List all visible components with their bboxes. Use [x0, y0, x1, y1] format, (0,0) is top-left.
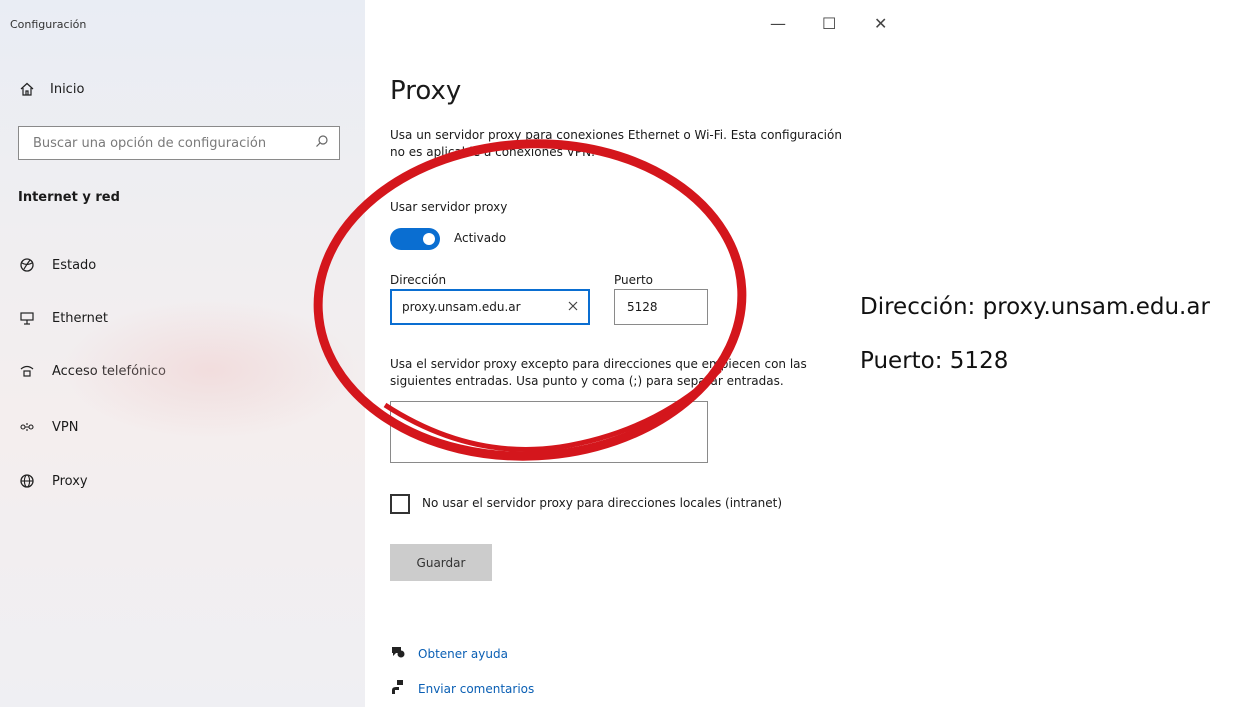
section-title: Internet y red [18, 190, 120, 205]
sidebar-item-proxy[interactable]: Proxy [18, 472, 88, 490]
sidebar-item-label: Ethernet [52, 310, 108, 326]
feedback-link-label: Enviar comentarios [418, 681, 535, 696]
globe-status-icon [18, 256, 36, 274]
close-button[interactable]: ✕ [874, 14, 887, 33]
local-addresses-checkbox[interactable] [390, 494, 410, 514]
address-field[interactable]: proxy.unsam.edu.ar [390, 289, 590, 325]
feedback-icon [390, 679, 406, 698]
minimize-button[interactable]: — [770, 14, 786, 33]
exceptions-field[interactable] [390, 401, 708, 463]
sidebar-item-ethernet[interactable]: Ethernet [18, 309, 108, 327]
sidebar-item-acceso-telefonico[interactable]: Acceso telefónico [18, 362, 166, 380]
address-label: Dirección [390, 273, 447, 287]
exceptions-description: Usa el servidor proxy excepto para direc… [390, 357, 807, 388]
sidebar-home[interactable]: Inicio [18, 80, 84, 98]
toggle-state-label: Activado [454, 231, 507, 245]
sidebar-item-label: Estado [52, 257, 97, 273]
proxy-globe-icon [18, 472, 36, 490]
clear-icon[interactable] [568, 300, 578, 314]
maximize-button[interactable]: ☐ [822, 14, 836, 33]
use-proxy-label: Usar servidor proxy [390, 200, 508, 214]
annotation-address: Dirección: proxy.unsam.edu.ar [860, 294, 1210, 320]
use-proxy-toggle[interactable] [390, 228, 440, 250]
search-placeholder: Buscar una opción de configuración [33, 135, 267, 151]
dialup-icon [18, 362, 36, 380]
local-addresses-label: No usar el servidor proxy para direccion… [422, 496, 783, 510]
feedback-link[interactable]: Enviar comentarios [390, 679, 534, 698]
sidebar: Configuración Inicio Buscar una opción d… [0, 0, 365, 707]
address-value: proxy.unsam.edu.ar [402, 300, 521, 314]
port-label: Puerto [614, 273, 653, 287]
ethernet-icon [18, 309, 36, 327]
proxy-description: Usa un servidor proxy para conexiones Et… [390, 128, 842, 159]
search-icon[interactable] [315, 134, 329, 152]
port-field[interactable]: 5128 [614, 289, 708, 325]
sidebar-home-label: Inicio [50, 81, 85, 97]
annotation-port: Puerto: 5128 [860, 348, 1009, 374]
save-button[interactable]: Guardar [390, 544, 492, 581]
help-chat-icon [390, 644, 406, 663]
sidebar-item-label: VPN [52, 419, 79, 435]
sidebar-item-label: Acceso telefónico [52, 363, 167, 379]
search-input[interactable]: Buscar una opción de configuración [18, 126, 340, 160]
sidebar-item-vpn[interactable]: VPN [18, 418, 78, 436]
help-link[interactable]: Obtener ayuda [390, 644, 508, 663]
vpn-icon [18, 418, 36, 436]
app-title: Configuración [10, 18, 87, 31]
help-link-label: Obtener ayuda [418, 646, 508, 661]
sidebar-item-label: Proxy [52, 473, 88, 489]
settings-window: Configuración Inicio Buscar una opción d… [0, 0, 903, 707]
port-value: 5128 [627, 300, 658, 314]
home-icon [18, 80, 36, 98]
sidebar-item-estado[interactable]: Estado [18, 256, 96, 274]
page-title: Proxy [390, 76, 462, 106]
